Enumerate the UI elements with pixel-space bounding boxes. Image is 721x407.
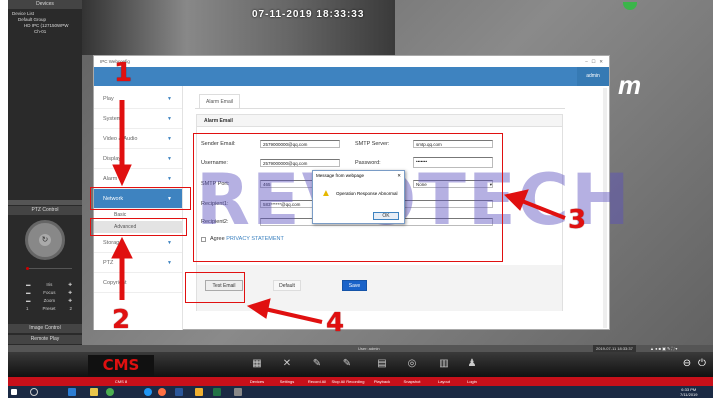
annotation-number-3: 3	[568, 205, 587, 235]
annotation-number-1: 1	[114, 58, 133, 88]
arrow-1-head	[112, 164, 132, 187]
annotation-arrows	[111, 100, 566, 324]
arrow-4	[264, 307, 323, 324]
annotation-number-4: 4	[326, 308, 345, 338]
arrow-3	[521, 199, 566, 220]
arrow-2-head	[111, 236, 133, 259]
annotation-number-2: 2	[112, 305, 131, 335]
arrow-4-head	[246, 298, 271, 319]
